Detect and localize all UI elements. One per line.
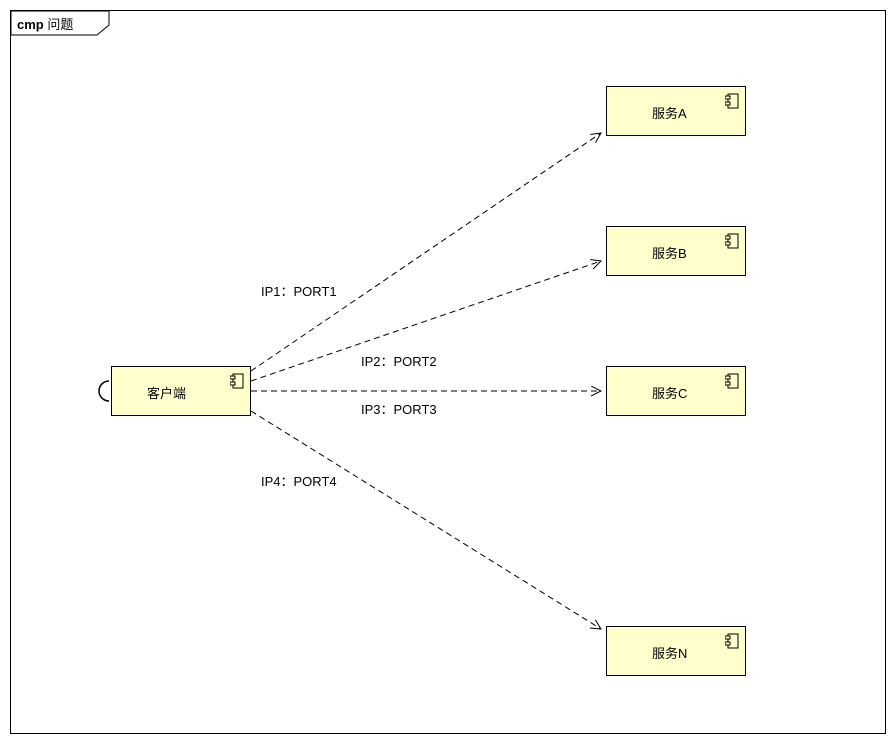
component-service-b: 服务B [606, 226, 746, 276]
diagram-frame: cmp 问题 客户端 服务A 服务B 服务C [10, 10, 886, 734]
frame-title-prefix: cmp 问题 [17, 14, 73, 33]
component-client: 客户端 [111, 366, 251, 416]
component-icon [725, 233, 739, 249]
component-service-a: 服务A [606, 86, 746, 136]
edge-label-1: IP1：PORT1 [261, 281, 337, 300]
component-service-a-label: 服务A [652, 103, 687, 122]
component-icon [725, 633, 739, 649]
component-service-n: 服务N [606, 626, 746, 676]
component-icon [230, 373, 244, 389]
component-icon [725, 373, 739, 389]
component-service-n-label: 服务N [652, 643, 687, 662]
component-client-label: 客户端 [147, 383, 186, 402]
required-interface-icon [91, 379, 113, 403]
edge-label-3: IP3：PORT3 [361, 399, 437, 418]
component-icon [725, 93, 739, 109]
component-service-c: 服务C [606, 366, 746, 416]
component-service-b-label: 服务B [652, 243, 687, 262]
edge-label-4: IP4：PORT4 [261, 471, 337, 490]
component-service-c-label: 服务C [652, 383, 687, 402]
edge-label-2: IP2：PORT2 [361, 351, 437, 370]
